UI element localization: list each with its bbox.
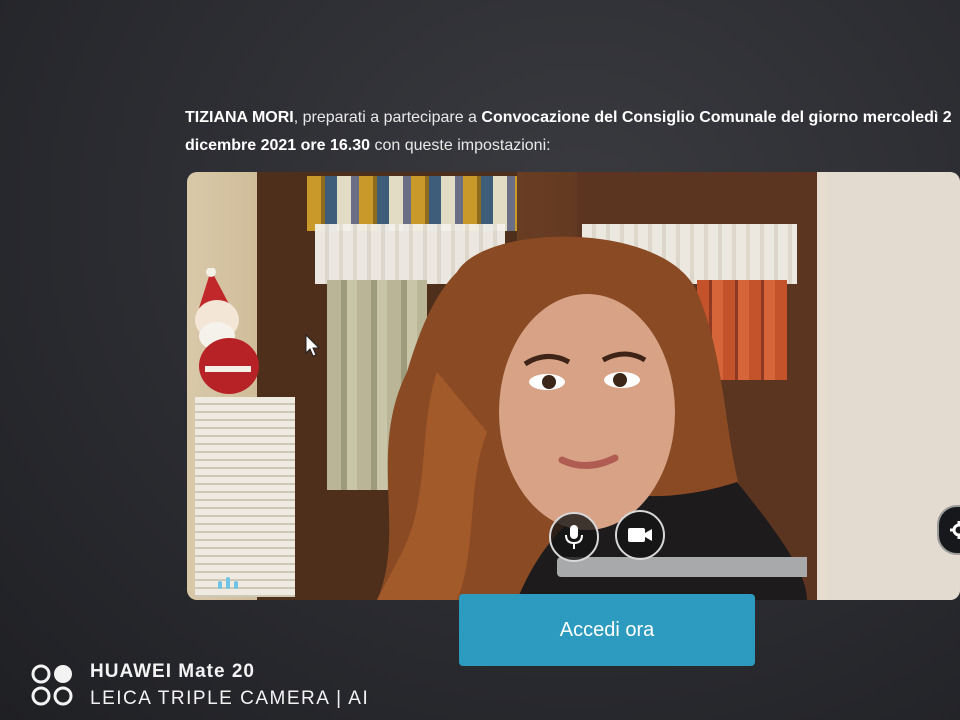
user-name: TIZIANA MORI <box>185 109 294 126</box>
meeting-title: Convocazione del Consiglio Comunale del … <box>481 109 952 126</box>
join-prompt: TIZIANA MORI, preparati a partecipare a … <box>185 104 960 160</box>
prompt-text-2: con queste impostazioni: <box>370 137 551 154</box>
meeting-date: dicembre 2021 ore 16.30 <box>185 137 371 154</box>
camera-lens-icon <box>31 664 73 706</box>
prompt-text-1: , preparati a partecipare a <box>293 109 482 126</box>
audio-level-icon <box>218 577 238 589</box>
watermark-model: HUAWEI Mate 20 <box>90 661 255 682</box>
watermark-camera: LEICA TRIPLE CAMERA | AI <box>90 688 370 709</box>
video-camera-icon <box>628 528 652 542</box>
gear-icon <box>950 521 960 539</box>
paper-stack <box>195 397 295 597</box>
microphone-toggle[interactable] <box>549 512 599 562</box>
video-preview <box>187 172 960 600</box>
join-now-button[interactable]: Accedi ora <box>459 594 755 666</box>
microphone-icon <box>565 525 583 549</box>
settings-button[interactable] <box>937 505 960 555</box>
books-top <box>307 176 517 231</box>
camera-toggle[interactable] <box>615 510 665 560</box>
mouse-cursor-icon <box>305 334 321 357</box>
camera-watermark: HUAWEI Mate 20 LEICA TRIPLE CAMERA | AI <box>30 658 369 712</box>
santa-figure <box>195 268 259 394</box>
